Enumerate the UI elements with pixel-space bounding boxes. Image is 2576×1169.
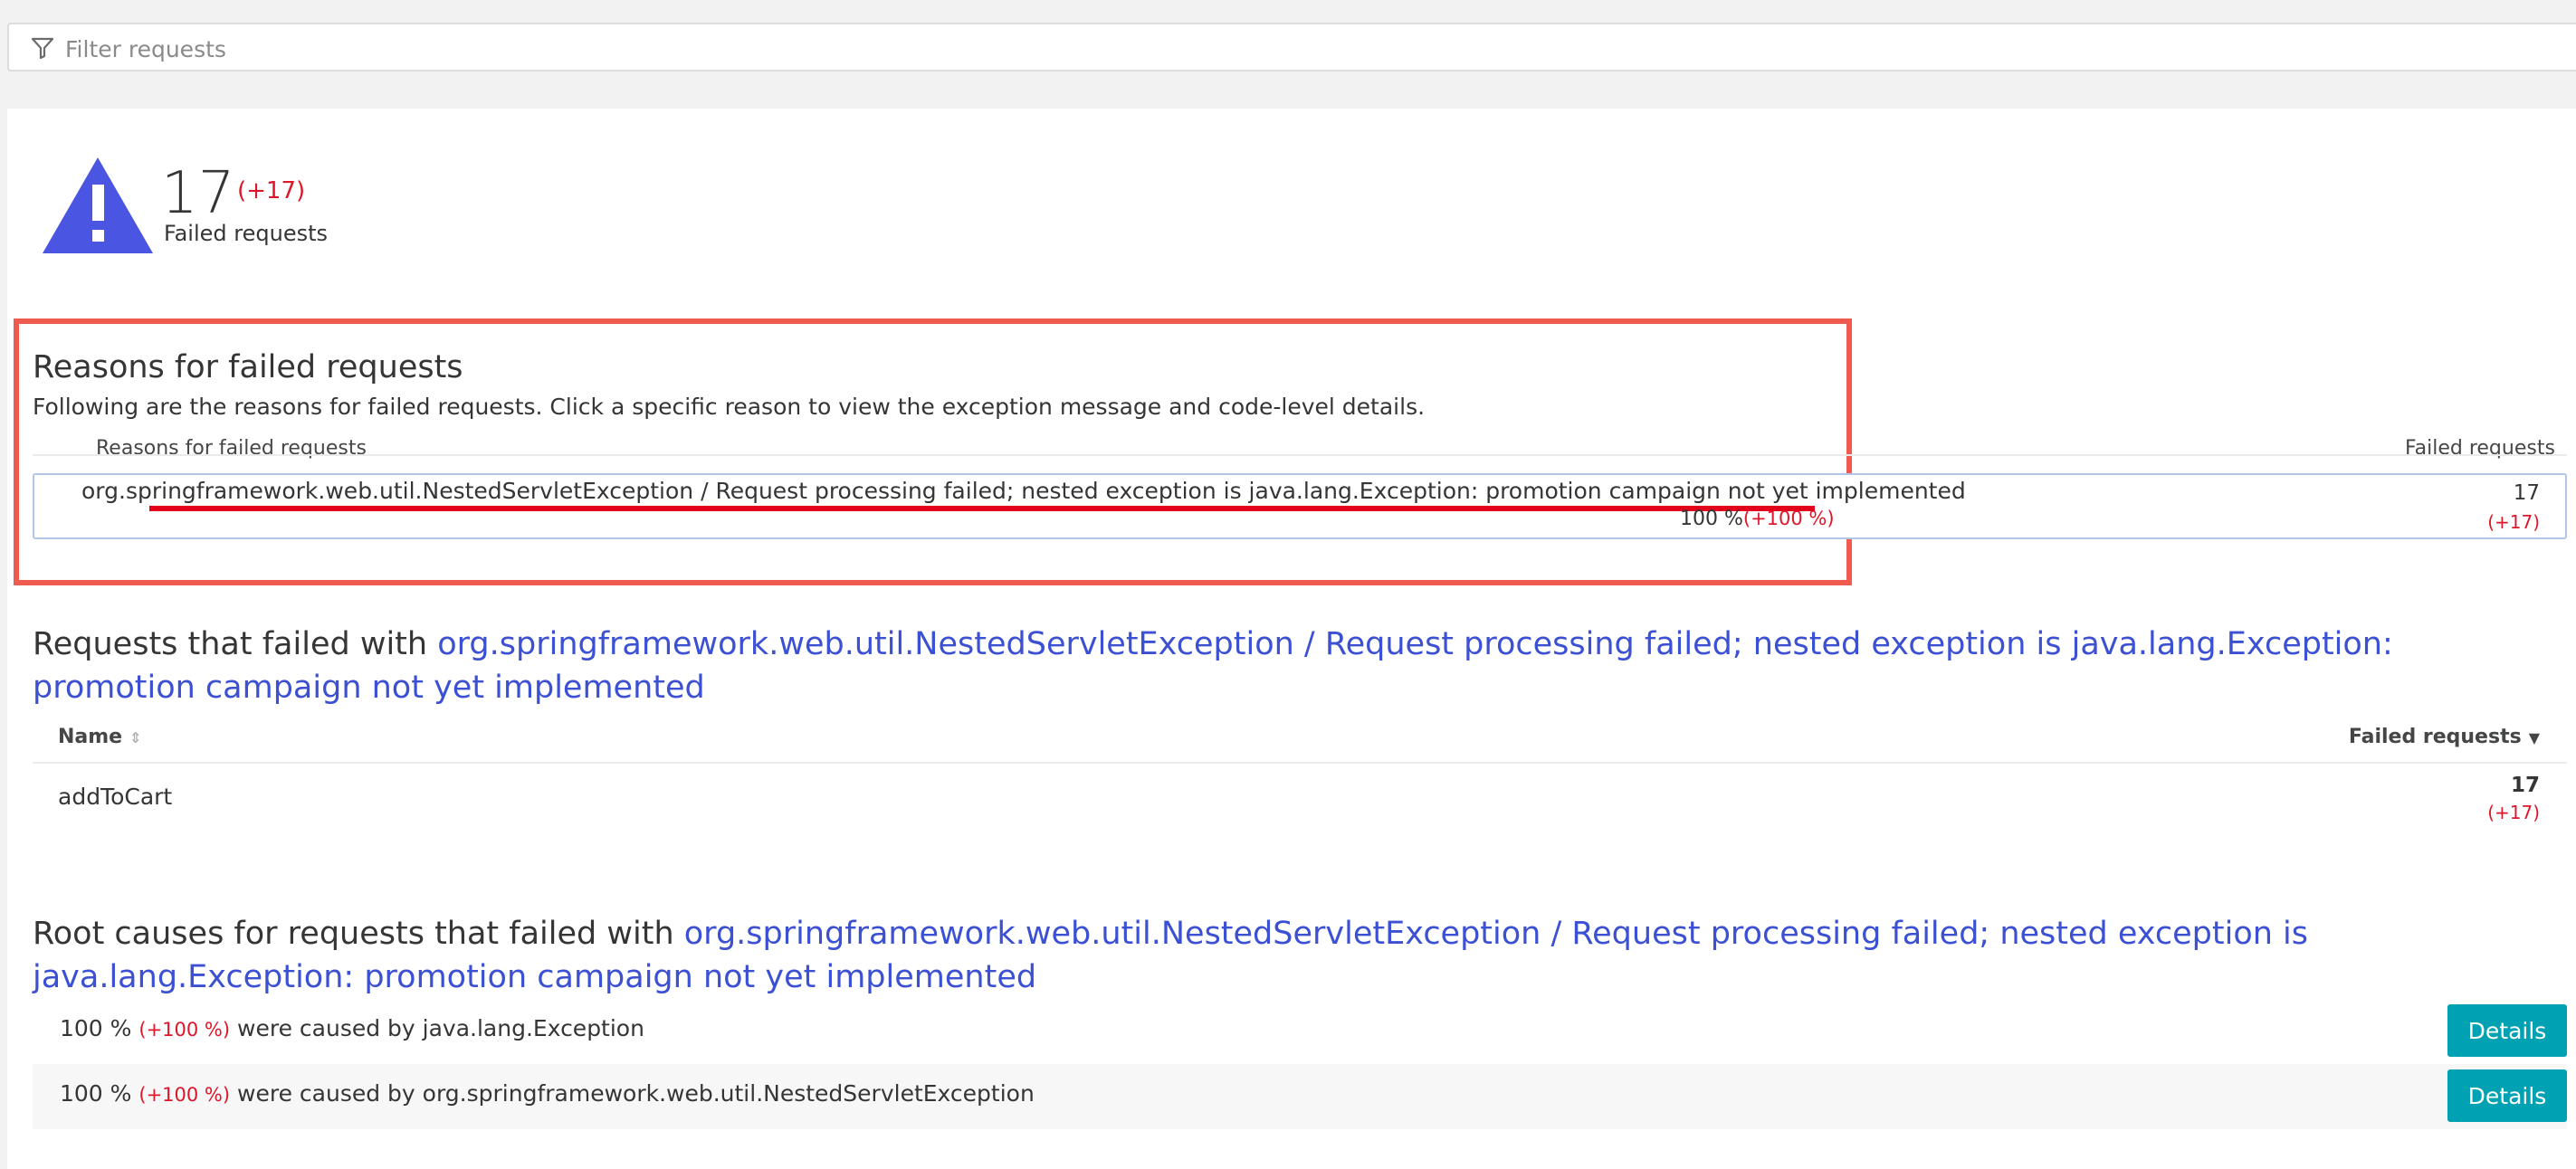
root-cause-delta: (+100 %) [138,1019,231,1041]
root-causes-title: Root causes for requests that failed wit… [33,912,2549,999]
requests-col-name[interactable]: Name ⇕ [58,726,142,748]
reason-text[interactable]: org.springframework.web.util.NestedServl… [81,478,1966,504]
requests-title-prefix: Requests that failed with [33,626,438,662]
root-cause-row: 100 % (+100 %) were caused by org.spring… [33,1064,2567,1129]
request-count-delta: (+17) [2487,802,2540,823]
filter-input-placeholder[interactable]: Filter requests [65,36,226,62]
requests-col-failed-label: Failed requests [2348,726,2522,748]
warning-icon [43,157,153,253]
annotation-underline [149,506,1815,511]
filter-icon [31,37,54,59]
reason-percent: 100 %(+100 %) [1680,508,1835,530]
reasons-col-failed: Failed requests [2405,437,2555,460]
sort-icon: ⇕ [129,728,142,746]
failed-requests-label: Failed requests [164,221,329,246]
request-name[interactable]: addToCart [58,784,172,810]
request-count: 17 [2510,774,2540,797]
root-cause-label: were caused by org.springframework.web.u… [237,1080,1035,1107]
root-cause-row: 100 % (+100 %) were caused by java.lang.… [33,999,2567,1064]
filter-bar[interactable]: Filter requests [7,23,2576,71]
requests-title: Requests that failed with org.springfram… [33,623,2549,709]
sort-desc-icon: ▼ [2528,729,2540,746]
root-cause-text: 100 % (+100 %) were caused by java.lang.… [60,1015,644,1041]
failed-requests-delta: (+17) [237,177,306,204]
reasons-header-divider [33,454,2567,456]
failed-requests-count: 17 [161,160,235,227]
details-button[interactable]: Details [2447,1004,2567,1057]
reason-percent-value: 100 % [1680,508,1743,530]
root-cause-label: were caused by java.lang.Exception [237,1015,644,1041]
requests-col-failed[interactable]: Failed requests ▼ [2349,726,2540,748]
requests-header-divider [33,762,2567,764]
reasons-col-reason: Reasons for failed requests [96,437,367,460]
root-cause-percent: 100 % [60,1080,132,1107]
root-cause-percent: 100 % [60,1015,132,1041]
root-cause-delta: (+100 %) [138,1084,231,1106]
reasons-title: Reasons for failed requests [33,349,463,385]
reason-count: 17 [2513,481,2540,505]
requests-col-name-label: Name [58,726,123,748]
reason-count-delta: (+17) [2487,511,2540,533]
root-causes-title-prefix: Root causes for requests that failed wit… [33,916,684,952]
root-cause-text: 100 % (+100 %) were caused by org.spring… [60,1080,1035,1107]
reason-percent-delta: (+100 %) [1742,508,1835,529]
reasons-description: Following are the reasons for failed req… [33,394,1426,420]
details-button[interactable]: Details [2447,1069,2567,1122]
